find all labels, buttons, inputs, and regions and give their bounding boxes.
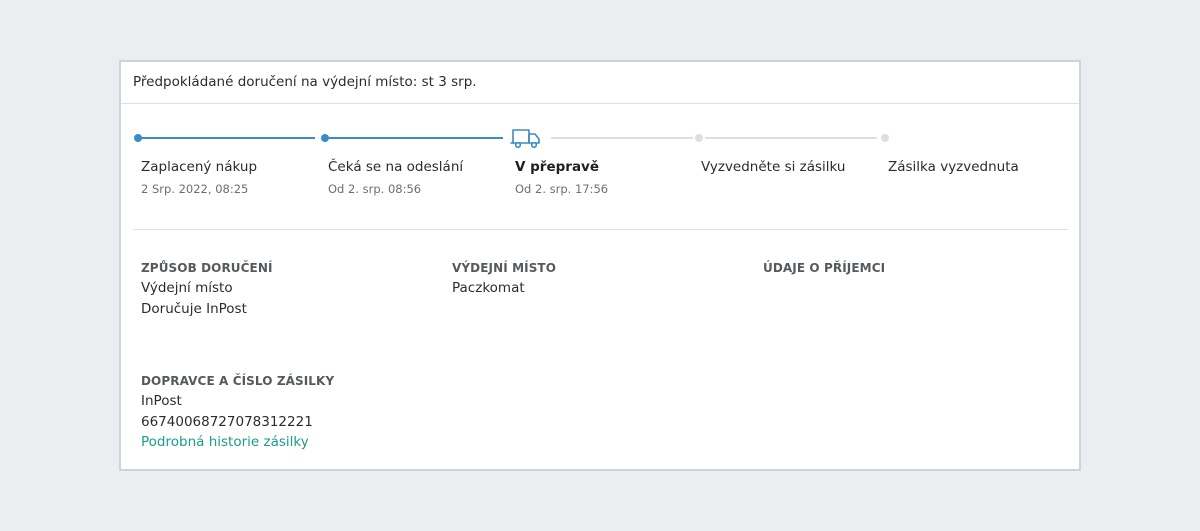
delivery-estimate: Předpokládané doručení na výdejní místo:… [121, 62, 1079, 104]
step-date: Od 2. srp. 08:56 [328, 182, 422, 196]
step-in-transit: V přepravě Od 2. srp. 17:56 [515, 158, 701, 196]
step-awaiting-dispatch: Čeká se na odeslání Od 2. srp. 08:56 [328, 158, 514, 196]
tracking-number: 66740068727078312221 [141, 413, 313, 430]
section-title: ZPŮSOB DORUČENÍ [141, 261, 273, 275]
step-paid: Zaplacený nákup 2 Srp. 2022, 08:25 [141, 158, 327, 196]
pickup-point-section: VÝDEJNÍ MÍSTO Paczkomat [452, 260, 742, 299]
truck-icon [510, 129, 540, 149]
recipient-section: ÚDAJE O PŘÍJEMCI [763, 260, 1053, 276]
step-dot-paid [134, 134, 142, 142]
step-dot-pickup-ready [695, 134, 703, 142]
carrier-section: DOPRAVCE A ČÍSLO ZÁSILKY InPost 66740068… [141, 373, 431, 453]
step-date: Od 2. srp. 17:56 [515, 182, 609, 196]
shipping-carrier-value: Doručuje InPost [141, 300, 247, 317]
shipping-method-value: Výdejní místo [141, 280, 233, 296]
carrier-name: InPost [141, 393, 182, 409]
step-title: V přepravě [515, 159, 600, 175]
section-title: DOPRAVCE A ČÍSLO ZÁSILKY [141, 374, 335, 388]
step-title: Vyzvedněte si zásilku [701, 159, 846, 175]
step-title: Zaplacený nákup [141, 159, 258, 175]
progress-track-segment [141, 137, 315, 139]
step-title: Čeká se na odeslání [328, 159, 464, 175]
order-tracking-card: Předpokládané doručení na výdejní místo:… [119, 60, 1081, 471]
step-title: Zásilka vyzvednuta [888, 159, 1019, 175]
progress-track-segment [329, 137, 503, 139]
shipment-history-link[interactable]: Podrobná historie zásilky [141, 432, 431, 453]
step-picked-up: Zásilka vyzvednuta [888, 158, 1074, 176]
step-date: 2 Srp. 2022, 08:25 [141, 182, 249, 196]
progress-tracker: Zaplacený nákup 2 Srp. 2022, 08:25 Čeká … [121, 104, 1079, 230]
pickup-point-value: Paczkomat [452, 280, 525, 296]
progress-track-segment [551, 137, 693, 139]
step-dot-awaiting-dispatch [321, 134, 329, 142]
step-pickup-ready: Vyzvedněte si zásilku [701, 158, 887, 176]
section-divider [133, 229, 1068, 230]
shipping-method-section: ZPŮSOB DORUČENÍ Výdejní místo Doručuje I… [141, 260, 431, 319]
section-title: ÚDAJE O PŘÍJEMCI [763, 261, 886, 275]
progress-track-segment [705, 137, 877, 139]
section-title: VÝDEJNÍ MÍSTO [452, 261, 557, 275]
step-dot-picked-up [881, 134, 889, 142]
